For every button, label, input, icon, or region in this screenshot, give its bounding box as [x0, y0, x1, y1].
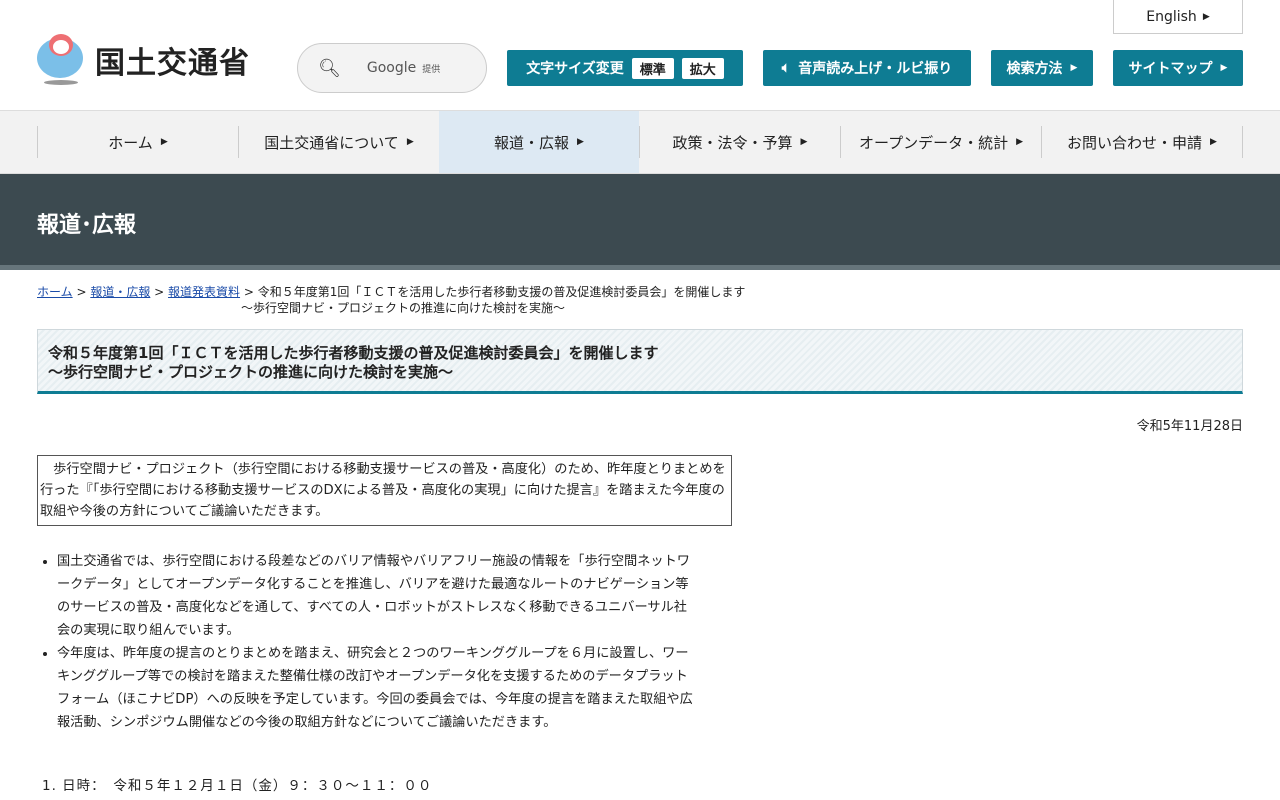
provided-label: 提供 — [422, 64, 441, 75]
triangle-right-icon: ▶ — [1220, 63, 1228, 73]
breadcrumb-current: 令和５年度第1回「ＩＣＴを活用した歩行者移動支援の普及促進検討委員会」を開催しま… — [257, 285, 746, 299]
search-method-label: 検索方法 — [1006, 61, 1063, 77]
logo-mark-icon — [37, 34, 85, 86]
nav-label: オープンデータ・統計 — [858, 133, 1009, 152]
sitemap-label: サイトマップ — [1128, 61, 1213, 77]
triangle-right-icon: ▶ — [1202, 11, 1210, 22]
breadcrumb-press[interactable]: 報道・広報 — [90, 285, 150, 299]
nav-label: ホーム — [108, 133, 153, 152]
triangle-right-icon: ▶ — [1070, 63, 1078, 73]
english-label: English — [1146, 8, 1197, 25]
speech-button[interactable]: 🔈︎ 音声読み上げ・ルビ振り — [763, 50, 971, 86]
triangle-right-icon: ▶ — [800, 137, 808, 147]
logo-text: 国土交通省 — [95, 46, 250, 81]
nav-opendata[interactable]: オープンデータ・統計 ▶ — [840, 126, 1041, 158]
font-size-label: 文字サイズ変更 — [526, 61, 624, 77]
nav-label: 報道・広報 — [494, 133, 570, 152]
breadcrumb-current-sub: ～歩行空間ナビ・プロジェクトの推進に向けた検討を実施～ — [241, 301, 566, 315]
breadcrumb-home[interactable]: ホーム — [37, 285, 73, 299]
site-header: 国土交通省 English ▶ 🔍︎ Google 提供 文字サイズ変更 標準 拡… — [0, 0, 1280, 111]
nav-label: お問い合わせ・申請 — [1067, 133, 1203, 152]
font-large-button[interactable]: 拡大 — [681, 57, 724, 79]
breadcrumb-releases[interactable]: 報道発表資料 — [168, 285, 240, 299]
datetime-item: 1. 日時： 令和５年１２月１日（金）９：３０～１１：００ — [42, 778, 433, 794]
list-item: 今年度は、昨年度の提言のとりまとめを踏まえ、研究会と２つのワーキンググループを６… — [57, 642, 697, 734]
section-title-band: 報道･広報 — [0, 174, 1280, 270]
search-box[interactable]: 🔍︎ Google 提供 — [297, 43, 487, 93]
triangle-right-icon: ▶ — [1016, 137, 1024, 147]
triangle-right-icon: ▶ — [577, 137, 584, 147]
title-line2: ～歩行空間ナビ・プロジェクトの推進に向けた検討を実施～ — [48, 363, 454, 381]
nav-label: 政策・法令・予算 — [672, 133, 793, 152]
bullet-list: 国土交通省では、歩行空間における段差などのバリア情報やバリアフリー施設の情報を「… — [57, 550, 697, 734]
triangle-right-icon: ▶ — [1210, 137, 1217, 147]
search-method-button[interactable]: 検索方法 ▶ — [991, 50, 1093, 86]
nav-press[interactable]: 報道・広報 ▶ — [439, 111, 639, 173]
breadcrumb: ホーム > 報道・広報 > 報道発表資料 > 令和５年度第1回「ＩＣＴを活用した… — [37, 285, 746, 315]
google-label: Google — [366, 60, 417, 76]
nav-about[interactable]: 国土交通省について ▶ — [238, 126, 439, 158]
list-item: 国土交通省では、歩行空間における段差などのバリア情報やバリアフリー施設の情報を「… — [57, 550, 697, 642]
nav-contact[interactable]: お問い合わせ・申請 ▶ — [1041, 126, 1243, 158]
nav-label: 国土交通省について — [264, 133, 399, 152]
page-title: 令和５年度第1回「ＩＣＴを活用した歩行者移動支援の普及促進検討委員会」を開催しま… — [37, 329, 1243, 394]
triangle-right-icon: ▶ — [160, 137, 168, 147]
ministry-logo[interactable]: 国土交通省 — [37, 34, 250, 86]
speech-label: 音声読み上げ・ルビ振り — [798, 61, 953, 77]
publish-date: 令和5年11月28日 — [1136, 419, 1243, 434]
title-line1: 令和５年度第1回「ＩＣＴを活用した歩行者移動支援の普及促進検討委員会」を開催しま… — [48, 344, 659, 362]
nav-home[interactable]: ホーム ▶ — [37, 126, 238, 158]
search-icon[interactable]: 🔍︎ — [318, 58, 341, 79]
sitemap-button[interactable]: サイトマップ ▶ — [1113, 50, 1243, 86]
global-nav: ホーム ▶ 国土交通省について ▶ 報道・広報 ▶ 政策・法令・予算 ▶ オープンデータ… — [0, 111, 1280, 174]
intro-box: 歩行空間ナビ・プロジェクト（歩行空間における移動支援サービスの普及・高度化）のた… — [37, 455, 732, 526]
nav-policy[interactable]: 政策・法令・予算 ▶ — [639, 126, 840, 158]
font-standard-button[interactable]: 標準 — [631, 57, 674, 79]
speaker-icon: 🔈︎ — [781, 60, 791, 76]
triangle-right-icon: ▶ — [406, 137, 414, 147]
font-size-control: 文字サイズ変更 標準 拡大 — [507, 50, 743, 86]
english-link[interactable]: English ▶ — [1113, 0, 1243, 34]
